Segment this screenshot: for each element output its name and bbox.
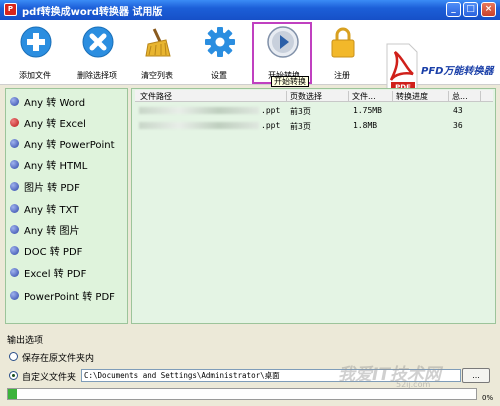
column-file-size[interactable]: 文件...: [349, 91, 393, 102]
bullet-icon: [10, 118, 19, 127]
table-row[interactable]: .ppt 前3页 1.8MB 36: [135, 119, 493, 133]
close-button[interactable]: ×: [481, 2, 496, 17]
lock-icon: [331, 27, 355, 58]
bullet-icon: [10, 268, 19, 277]
redacted-path: [139, 107, 259, 114]
column-progress[interactable]: 转换进度: [393, 91, 449, 102]
save-in-source-radio[interactable]: [9, 352, 18, 361]
bullet-icon: [10, 160, 19, 169]
mode-any-to-image[interactable]: Any 转 图片: [10, 221, 125, 237]
title-bar: P pdf转换成word转换器 试用版 _ □ ×: [0, 0, 500, 20]
app-icon: P: [4, 3, 17, 16]
bullet-icon: [10, 97, 19, 106]
table-row[interactable]: .ppt 前3页 1.75MB 43: [135, 104, 493, 118]
column-page-select[interactable]: 页数选择: [287, 91, 349, 102]
table-header: 文件路径 页数选择 文件... 转换进度 总...: [135, 90, 493, 102]
mode-any-to-html[interactable]: Any 转 HTML: [10, 156, 125, 172]
add-file-button[interactable]: 添加文件: [5, 22, 65, 84]
custom-folder-radio[interactable]: [9, 371, 18, 380]
broom-icon: [145, 28, 171, 57]
brand-text: PFD万能转换器: [421, 66, 494, 77]
register-label: 注册: [334, 71, 350, 80]
output-options-title: 输出选项: [7, 336, 44, 346]
mode-any-to-txt[interactable]: Any 转 TXT: [10, 200, 125, 216]
start-convert-button[interactable]: 开始转换: [252, 22, 312, 84]
progress-fill: [8, 389, 17, 399]
tooltip: 开始转换: [271, 76, 309, 87]
column-total[interactable]: 总...: [449, 91, 481, 102]
toolbar: 添加文件 删除选择项 清空列表 设置 注册 PFD万能转换器: [0, 20, 500, 95]
bullet-icon: [10, 182, 19, 191]
bullet-icon: [10, 225, 19, 234]
clear-list-label: 清空列表: [141, 71, 173, 80]
watermark-sub: 52ij.com: [396, 380, 431, 389]
custom-folder-label[interactable]: 自定义文件夹: [22, 370, 76, 383]
window-title: pdf转换成word转换器 试用版: [22, 7, 163, 18]
mode-any-to-word[interactable]: Any 转 Word: [10, 93, 125, 109]
mode-image-to-pdf[interactable]: 图片 转 PDF: [10, 178, 125, 194]
bullet-icon: [10, 291, 19, 300]
play-icon: [267, 26, 299, 58]
maximize-button[interactable]: □: [463, 2, 478, 17]
delete-selected-label: 删除选择项: [77, 71, 117, 80]
progress-bar: [7, 388, 477, 400]
save-in-source-label[interactable]: 保存在原文件夹内: [22, 351, 94, 364]
gear-icon: [205, 27, 235, 57]
delete-selected-button[interactable]: 删除选择项: [67, 22, 127, 84]
minimize-button[interactable]: _: [446, 2, 461, 17]
add-file-label: 添加文件: [19, 71, 51, 80]
column-file-path[interactable]: 文件路径: [137, 91, 287, 102]
bullet-icon: [10, 246, 19, 255]
file-list[interactable]: 文件路径 页数选择 文件... 转换进度 总... .ppt 前3页 1.75M…: [131, 88, 496, 324]
clear-list-button[interactable]: 清空列表: [127, 22, 187, 84]
settings-label: 设置: [211, 71, 227, 80]
mode-any-to-excel[interactable]: Any 转 Excel: [10, 114, 125, 130]
bullet-icon: [10, 204, 19, 213]
register-button[interactable]: 注册: [312, 22, 372, 84]
redacted-path: [139, 122, 259, 129]
bullet-icon: [10, 139, 19, 148]
mode-excel-to-pdf[interactable]: Excel 转 PDF: [10, 264, 125, 280]
settings-button[interactable]: 设置: [189, 22, 249, 84]
conversion-mode-list: Any 转 Word Any 转 Excel Any 转 PowerPoint …: [5, 88, 128, 324]
mode-doc-to-pdf[interactable]: DOC 转 PDF: [10, 242, 125, 258]
mode-powerpoint-to-pdf[interactable]: PowerPoint 转 PDF: [10, 287, 125, 303]
browse-button[interactable]: ...: [462, 368, 490, 383]
progress-percent: 0%: [482, 394, 494, 402]
add-icon: [20, 26, 52, 58]
delete-icon: [82, 26, 114, 58]
mode-any-to-powerpoint[interactable]: Any 转 PowerPoint: [10, 135, 125, 151]
